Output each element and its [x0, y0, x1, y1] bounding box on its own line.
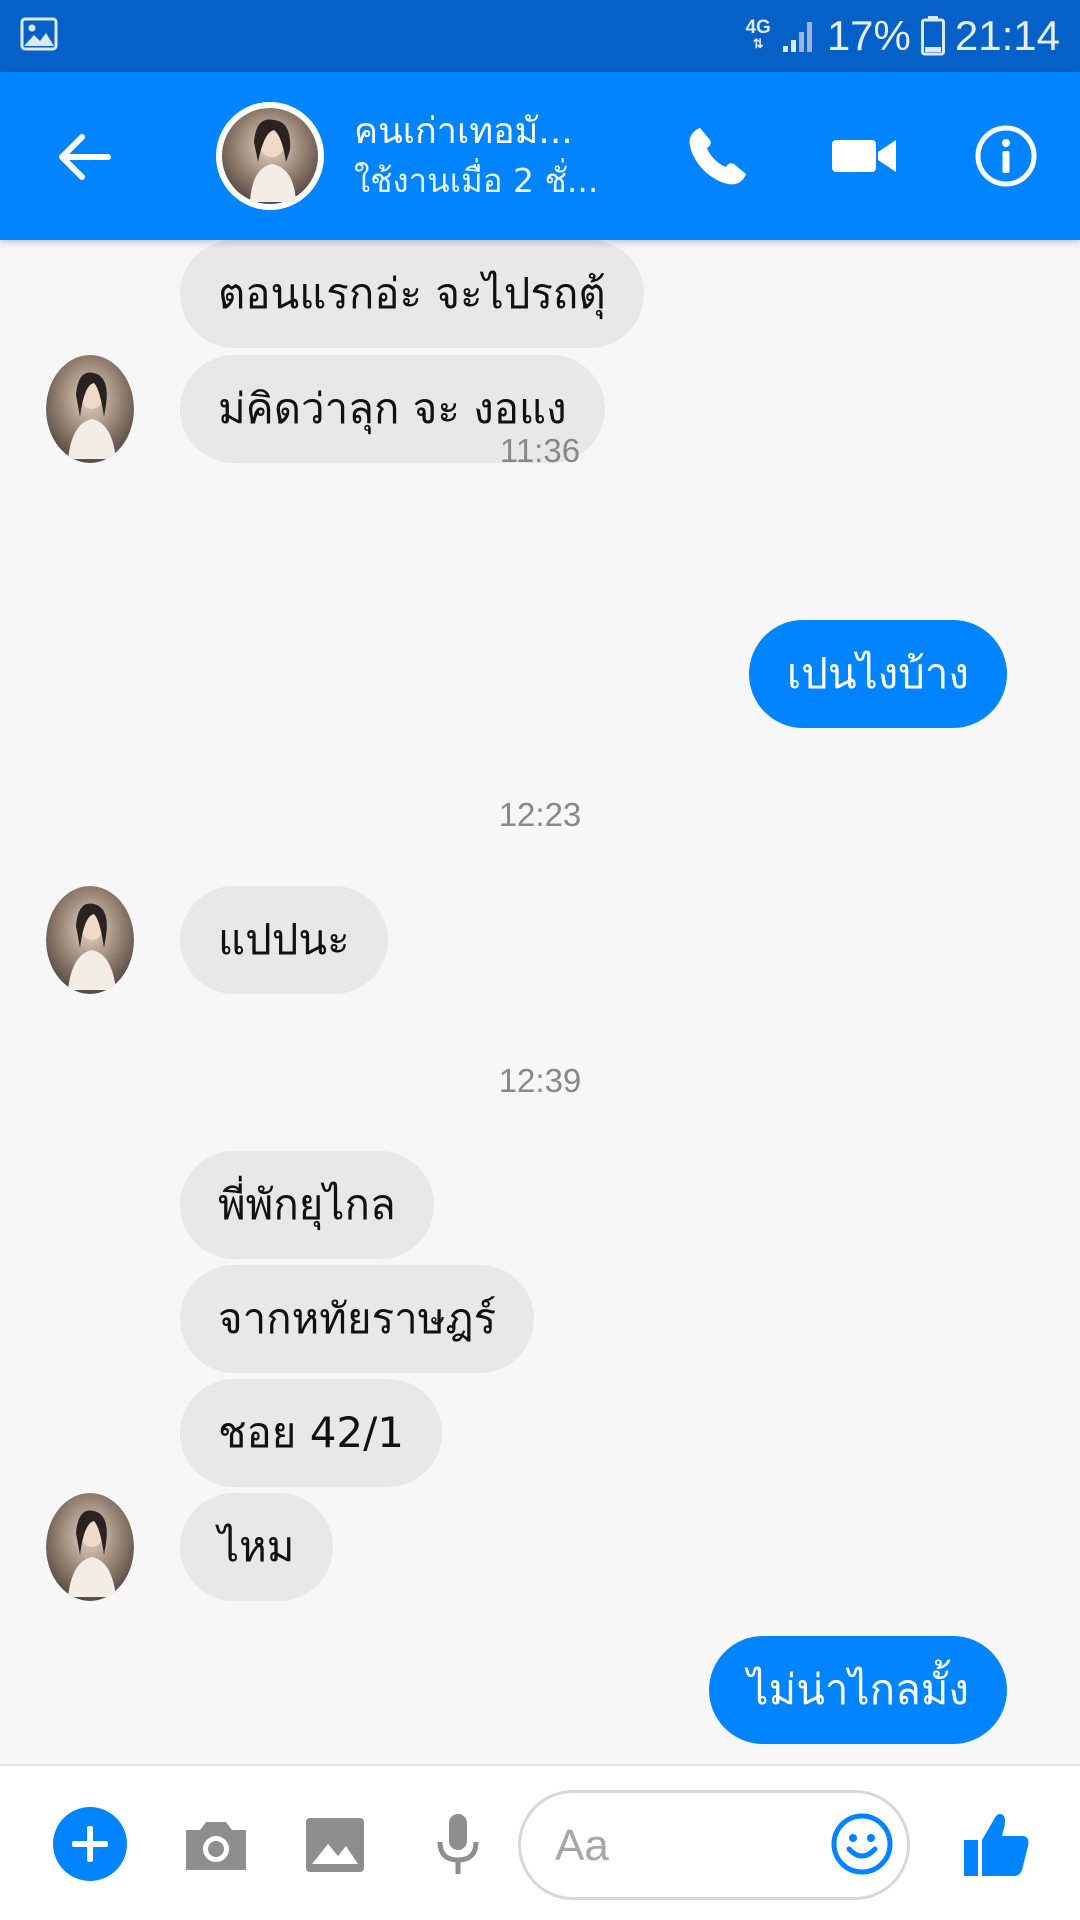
status-bar-right: 4G ⇅ 17% 21:14	[745, 0, 1060, 72]
message-text: ไม่น่าไกลมั้ง	[747, 1665, 969, 1714]
avatar-photo-icon	[216, 102, 324, 210]
message-input-placeholder: Aa	[555, 1821, 609, 1870]
info-icon[interactable]	[968, 118, 1044, 194]
image-icon[interactable]	[296, 1804, 376, 1884]
battery-icon	[920, 16, 945, 56]
sender-avatar[interactable]	[46, 886, 134, 994]
message-text: ตอนแรกอ่ะ จะไปรถตุ้	[218, 269, 606, 318]
incoming-message[interactable]: พี่พักยุไกล	[180, 1151, 434, 1259]
message-list[interactable]: ตอนแรกอ่ะ จะไปรถตุ้ ม่คิดว่าลุก จะ งอแง …	[0, 240, 1080, 1764]
emoji-icon[interactable]	[829, 1811, 895, 1877]
incoming-message[interactable]: ชอย 42/1	[180, 1379, 443, 1487]
message-text: จากหทัยราษฎร์	[218, 1294, 497, 1343]
contact-name[interactable]: คนเก่าเทอมั...	[354, 108, 573, 156]
gallery-icon	[20, 17, 58, 51]
phone-icon[interactable]	[680, 118, 756, 194]
signal-icon	[782, 22, 812, 52]
message-text: พี่พักยุไกล	[218, 1180, 396, 1229]
incoming-message[interactable]: ตอนแรกอ่ะ จะไปรถตุ้	[180, 240, 644, 348]
back-arrow-icon[interactable]	[50, 122, 120, 192]
sender-avatar[interactable]	[46, 1493, 134, 1601]
microphone-icon[interactable]	[418, 1804, 498, 1884]
network-type: 4G	[745, 17, 771, 38]
contact-avatar[interactable]	[216, 102, 324, 210]
incoming-message[interactable]: จากหทัยราษฎร์	[180, 1265, 535, 1373]
timestamp: 12:39	[498, 1062, 582, 1099]
incoming-message[interactable]: แปปนะ	[180, 886, 388, 994]
outgoing-message[interactable]: ไม่น่าไกลมั้ง	[709, 1636, 1007, 1744]
messenger-screen: 4G ⇅ 17% 21:14 คนเก่าเทอมั... ใช้งานเมื่…	[0, 0, 1080, 1920]
clock: 21:14	[954, 12, 1060, 59]
data-arrows-icon: ⇅	[752, 36, 764, 51]
message-text: แปปนะ	[218, 915, 350, 964]
timestamp: 12:23	[498, 796, 582, 833]
conversation-header: คนเก่าเทอมั... ใช้งานเมื่อ 2 ชั่...	[0, 72, 1080, 240]
network-indicator: 4G ⇅	[745, 17, 771, 52]
avatar-photo-icon	[46, 1493, 134, 1601]
thumbs-up-icon[interactable]	[956, 1804, 1036, 1884]
avatar-photo-icon	[46, 886, 134, 994]
battery-percent: 17%	[826, 12, 911, 59]
outgoing-message[interactable]: เปนไงบ้าง	[748, 620, 1007, 728]
message-text: ชอย 42/1	[218, 1408, 405, 1457]
message-text: ไหม	[218, 1522, 295, 1571]
video-camera-icon[interactable]	[826, 118, 902, 194]
status-bar: 4G ⇅ 17% 21:14	[0, 0, 1080, 72]
plus-icon[interactable]	[50, 1804, 130, 1884]
camera-icon[interactable]	[176, 1804, 256, 1884]
timestamp: 11:36	[499, 432, 581, 469]
composer-bar: Aa	[0, 1764, 1080, 1920]
active-status: ใช้งานเมื่อ 2 ชั่...	[354, 161, 599, 200]
message-text: เปนไงบ้าง	[786, 649, 969, 698]
message-input[interactable]: Aa	[518, 1790, 910, 1900]
incoming-message[interactable]: ไหม	[180, 1493, 333, 1601]
